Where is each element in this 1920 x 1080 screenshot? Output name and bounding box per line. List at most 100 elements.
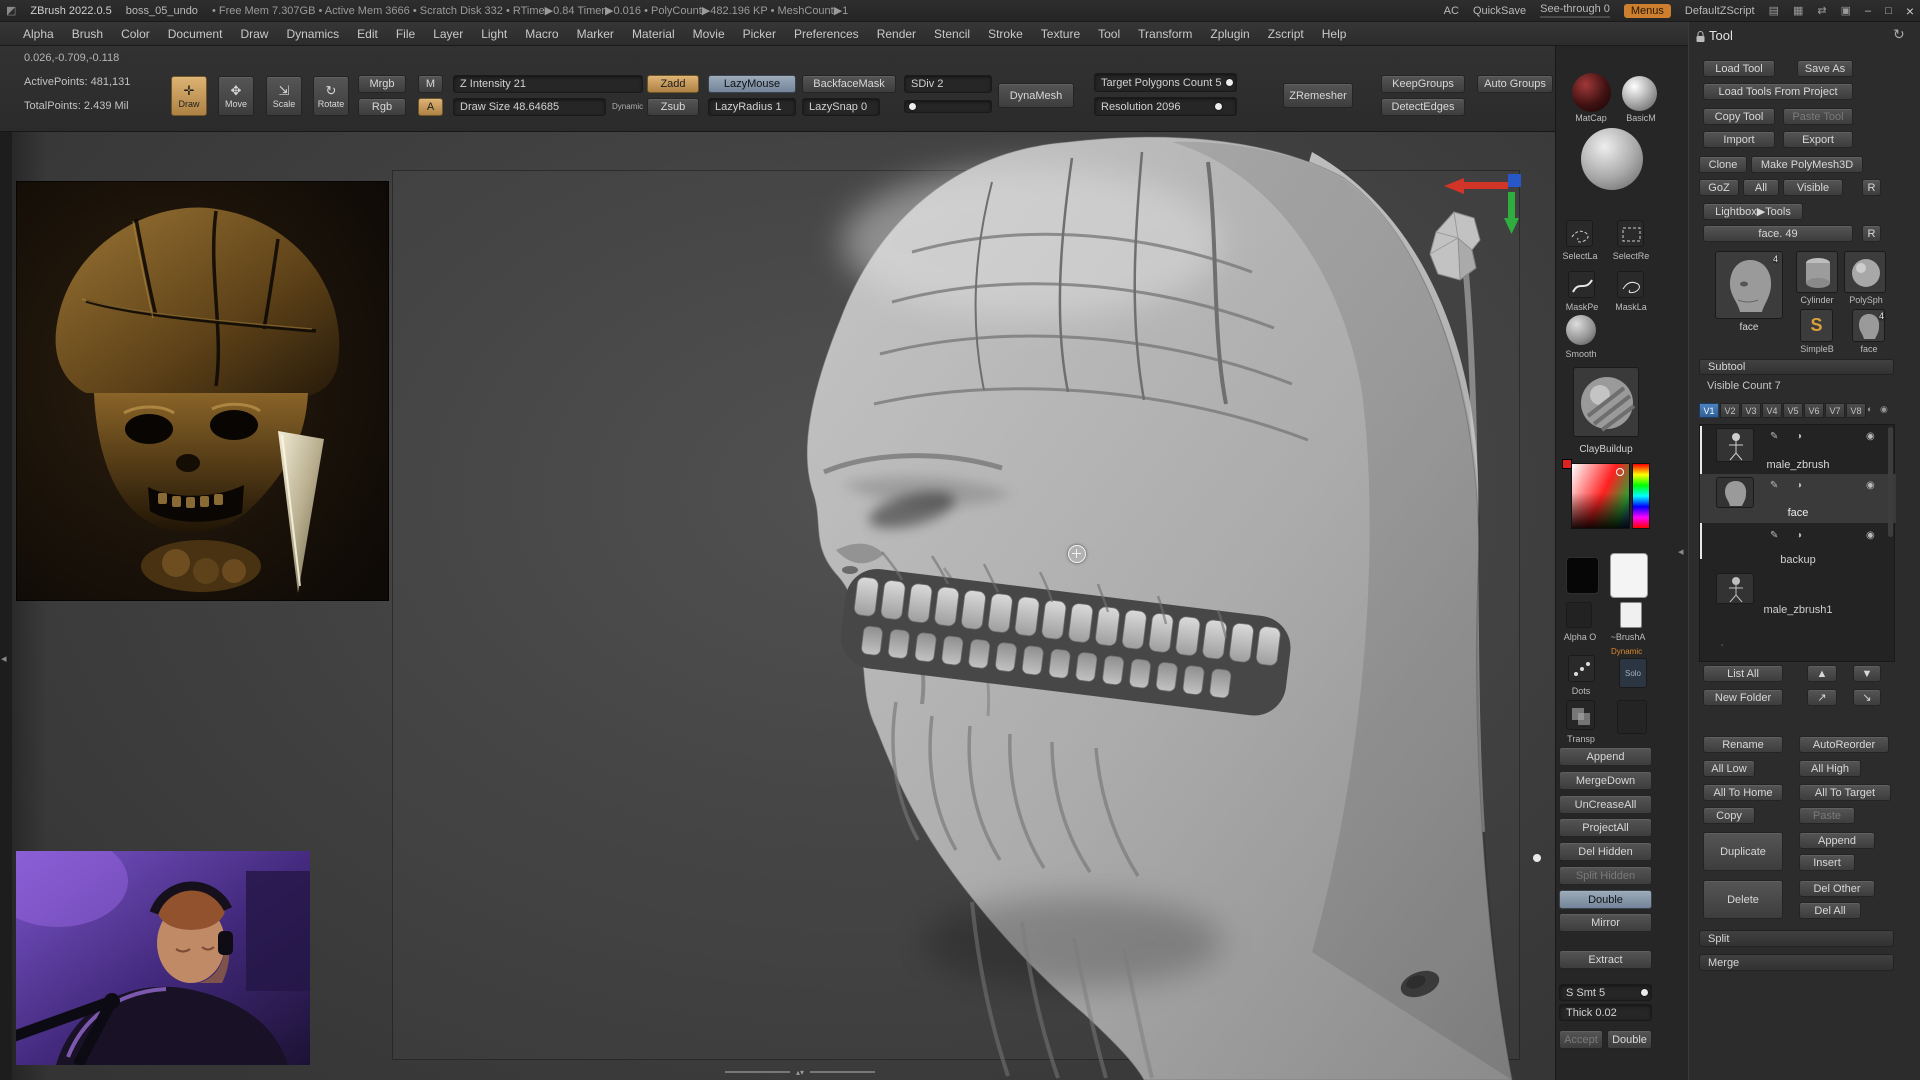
subtool-paint-icons[interactable]: ✎ (1770, 530, 1783, 541)
palette-lock-icon[interactable] (1695, 30, 1706, 43)
menu-alpha[interactable]: Alpha (14, 24, 63, 44)
goz-r-button[interactable]: R (1862, 179, 1881, 196)
paste-tool-button[interactable]: Paste Tool (1783, 108, 1853, 125)
swap-icon[interactable]: ⇄ (1817, 4, 1826, 17)
copy-subtool-button[interactable]: Copy (1703, 807, 1755, 824)
goz-visible-button[interactable]: Visible (1783, 179, 1843, 196)
menu-material[interactable]: Material (623, 24, 684, 44)
rename-button[interactable]: Rename (1703, 736, 1783, 753)
visibility-eye-icon[interactable]: ◉ (1866, 530, 1880, 541)
menu-marker[interactable]: Marker (568, 24, 623, 44)
goz-all-button[interactable]: All (1743, 179, 1779, 196)
vtab-v8[interactable]: V8 (1846, 403, 1866, 418)
subtool-row[interactable]: ✎ ◑ ◉ backup (1700, 523, 1896, 570)
subtool-row[interactable]: ✎ ◑ ◉ male_zbrush (1700, 425, 1896, 474)
select-rect-button[interactable] (1617, 220, 1644, 247)
subtool-row[interactable]: male_zbrush1 (1700, 570, 1896, 619)
menu-edit[interactable]: Edit (348, 24, 387, 44)
menu-light[interactable]: Light (472, 24, 516, 44)
stroke-dots-button[interactable] (1568, 655, 1595, 682)
mask-pen-button[interactable] (1568, 271, 1595, 298)
smooth-brush-button[interactable] (1566, 315, 1596, 345)
current-material-button[interactable] (1581, 128, 1643, 190)
thick-slider[interactable]: Thick 0.02 (1559, 1004, 1652, 1021)
menu-help[interactable]: Help (1313, 24, 1356, 44)
hue-bar[interactable] (1632, 463, 1650, 529)
menu-zscript[interactable]: Zscript (1259, 24, 1313, 44)
dynamesh-button[interactable]: DynaMesh (998, 83, 1074, 108)
move-to-folder-button[interactable]: ↗ (1807, 689, 1837, 706)
subtool-up-button[interactable]: ▲ (1807, 665, 1837, 682)
zadd-button[interactable]: Zadd (647, 75, 699, 93)
sdiv-slider[interactable]: SDiv 2 (904, 75, 992, 93)
zsub-button[interactable]: Zsub (647, 98, 699, 116)
all-low-button[interactable]: All Low (1703, 760, 1755, 777)
detectedges-button[interactable]: DetectEdges (1381, 98, 1465, 116)
subtool-down-button[interactable]: ▼ (1853, 665, 1881, 682)
menu-stroke[interactable]: Stroke (979, 24, 1032, 44)
subtool-paint-icons[interactable]: ✎ (1770, 480, 1783, 491)
menu-color[interactable]: Color (112, 24, 159, 44)
left-tray-chevron-icon[interactable]: ◂ (1, 652, 7, 665)
append-button[interactable]: Append (1559, 747, 1652, 766)
menu-brush[interactable]: Brush (63, 24, 112, 44)
m-button[interactable]: M (418, 75, 443, 93)
delhidden-button[interactable]: Del Hidden (1559, 842, 1652, 861)
export-button[interactable]: Export (1783, 131, 1853, 148)
menu-zplugin[interactable]: Zplugin (1201, 24, 1258, 44)
lazysnap-slider[interactable]: LazySnap 0 (802, 98, 880, 116)
new-folder-button[interactable]: New Folder (1703, 689, 1783, 706)
draw-mode-button[interactable]: ✛ Draw (171, 76, 207, 116)
lazymouse-button[interactable]: LazyMouse (708, 75, 796, 93)
accept-button[interactable]: Accept (1559, 1030, 1603, 1049)
secondary-color-swatch[interactable] (1610, 553, 1648, 598)
menu-picker[interactable]: Picker (734, 24, 785, 44)
current-tool-button[interactable]: face. 49 (1703, 225, 1853, 242)
subtool-paint-icons[interactable]: ✎ (1770, 431, 1783, 442)
make-polymesh3d-button[interactable]: Make PolyMesh3D (1751, 156, 1863, 173)
mrgb-button[interactable]: Mrgb (358, 75, 406, 93)
vtab-v2[interactable]: V2 (1720, 403, 1740, 418)
target-polygons-slider[interactable]: Target Polygons Count 5 (1094, 73, 1237, 92)
doc-icon[interactable]: ▤ (1769, 4, 1779, 17)
claybuildup-brush-button[interactable] (1573, 367, 1639, 437)
camera-gizmo[interactable] (1408, 168, 1528, 298)
z-intensity-slider[interactable]: Z Intensity 21 (453, 75, 643, 93)
del-other-button[interactable]: Del Other (1799, 880, 1875, 897)
palette-reload-icon[interactable]: ↻ (1893, 26, 1905, 43)
all-to-target-button[interactable]: All To Target (1799, 784, 1891, 801)
vtab-v3[interactable]: V3 (1741, 403, 1761, 418)
zremesher-button[interactable]: ZRemesher (1283, 83, 1353, 108)
minimize-button[interactable]: – (1865, 5, 1871, 17)
menu-stencil[interactable]: Stencil (925, 24, 979, 44)
menu-movie[interactable]: Movie (684, 24, 734, 44)
goz-button[interactable]: GoZ (1699, 179, 1739, 196)
visibility-eye-icon[interactable]: ◉ (1866, 480, 1880, 491)
lazyradius-slider[interactable]: LazyRadius 1 (708, 98, 796, 116)
menu-dynamics[interactable]: Dynamics (277, 24, 348, 44)
scale-mode-button[interactable]: ⇲ Scale (266, 76, 302, 116)
menu-draw[interactable]: Draw (231, 24, 277, 44)
grid-icon[interactable]: ▦ (1793, 4, 1803, 17)
tool-thumb-simplebrush[interactable]: S (1800, 309, 1833, 342)
all-high-button[interactable]: All High (1799, 760, 1861, 777)
copy-tool-button[interactable]: Copy Tool (1703, 108, 1775, 125)
menu-render[interactable]: Render (868, 24, 925, 44)
polypaint-icon[interactable]: ◑ (1796, 530, 1807, 541)
append-subtool-button[interactable]: Append (1799, 832, 1875, 849)
vtab-v5[interactable]: V5 (1783, 403, 1803, 418)
load-tools-from-project-button[interactable]: Load Tools From Project (1703, 83, 1853, 100)
menu-file[interactable]: File (387, 24, 424, 44)
dynamic-draw-size-label[interactable]: Dynamic (612, 102, 643, 111)
maximize-button[interactable]: □ (1885, 5, 1892, 17)
main-color-swatch[interactable] (1566, 557, 1599, 594)
mask-lasso-button[interactable] (1617, 271, 1644, 298)
canvas-edge-handle[interactable] (1533, 854, 1541, 862)
stroke-dynamic-label[interactable]: Dynamic (1611, 647, 1642, 656)
see-through-slider[interactable]: See-through 0 (1540, 3, 1610, 18)
polypaint-icon[interactable]: ◑ (1796, 431, 1807, 442)
polypaint-icon[interactable]: ◑ (1796, 480, 1807, 491)
ac-button[interactable]: AC (1444, 5, 1459, 17)
split-section-header[interactable]: Split (1699, 930, 1894, 947)
menu-preferences[interactable]: Preferences (785, 24, 868, 44)
